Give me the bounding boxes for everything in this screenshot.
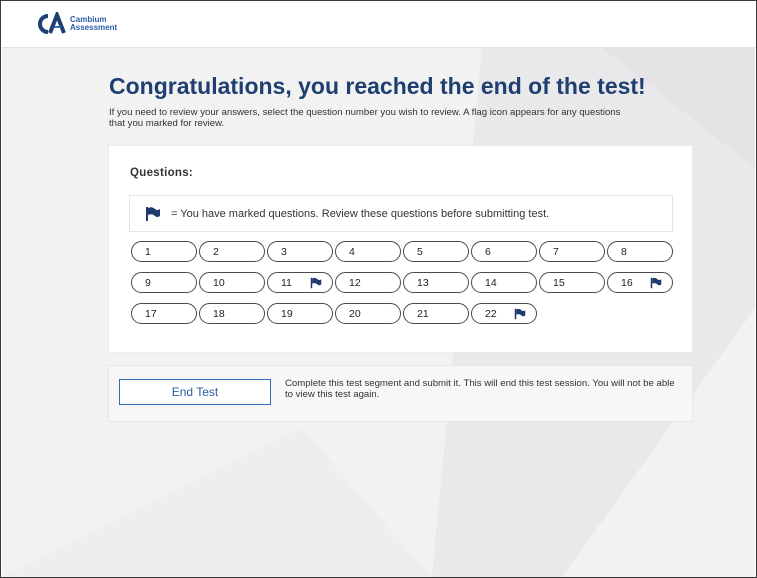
questions-heading: Questions: — [130, 167, 194, 179]
logo-text: Cambium Assessment — [70, 16, 117, 32]
question-button-4[interactable]: 4 — [335, 241, 401, 262]
question-button-14[interactable]: 14 — [471, 272, 537, 293]
question-number: 6 — [485, 245, 491, 258]
question-number: 18 — [213, 307, 225, 320]
question-button-9[interactable]: 9 — [131, 272, 197, 293]
question-button-3[interactable]: 3 — [267, 241, 333, 262]
end-test-description: Complete this test segment and submit it… — [285, 378, 675, 400]
question-button-18[interactable]: 18 — [199, 303, 265, 324]
questions-panel: Questions: = You have marked questions. … — [108, 145, 693, 353]
question-button-19[interactable]: 19 — [267, 303, 333, 324]
question-button-21[interactable]: 21 — [403, 303, 469, 324]
question-number: 19 — [281, 307, 293, 320]
question-button-20[interactable]: 20 — [335, 303, 401, 324]
flag-legend-text: = You have marked questions. Review thes… — [171, 207, 550, 220]
logo-name-line2: Assessment — [70, 23, 118, 32]
question-number: 10 — [213, 276, 225, 289]
question-button-12[interactable]: 12 — [335, 272, 401, 293]
question-number: 12 — [349, 276, 361, 289]
flag-icon — [310, 277, 322, 289]
question-button-13[interactable]: 13 — [403, 272, 469, 293]
page-title: Congratulations, you reached the end of … — [109, 73, 646, 99]
question-button-17[interactable]: 17 — [131, 303, 197, 324]
question-button-15[interactable]: 15 — [539, 272, 605, 293]
question-number: 11 — [281, 276, 292, 289]
question-number: 13 — [417, 276, 429, 289]
question-number: 4 — [349, 245, 355, 258]
question-number: 8 — [621, 245, 627, 258]
question-button-7[interactable]: 7 — [539, 241, 605, 262]
question-button-10[interactable]: 10 — [199, 272, 265, 293]
question-button-5[interactable]: 5 — [403, 241, 469, 262]
cambium-logo: Cambium Assessment — [34, 12, 117, 36]
ca-logo-mark-icon — [38, 12, 66, 34]
header-bar: Cambium Assessment — [2, 2, 755, 48]
flag-icon — [145, 206, 161, 222]
main-content: Congratulations, you reached the end of … — [1, 1, 756, 577]
page-instructions: If you need to review your answers, sele… — [109, 107, 621, 129]
question-button-2[interactable]: 2 — [199, 241, 265, 262]
end-test-button[interactable]: End Test — [119, 379, 271, 405]
question-button-22[interactable]: 22 — [471, 303, 537, 324]
question-number: 1 — [145, 245, 151, 258]
flag-icon — [514, 308, 526, 320]
question-number: 5 — [417, 245, 423, 258]
app-window: Cambium Assessment Congratulations, you … — [0, 0, 757, 578]
flag-legend: = You have marked questions. Review thes… — [129, 195, 673, 232]
question-button-8[interactable]: 8 — [607, 241, 673, 262]
question-button-11[interactable]: 11 — [267, 272, 333, 293]
end-test-panel: End Test Complete this test segment and … — [108, 365, 693, 422]
question-number: 14 — [485, 276, 497, 289]
question-button-6[interactable]: 6 — [471, 241, 537, 262]
flag-icon — [650, 277, 662, 289]
question-number: 21 — [417, 307, 429, 320]
question-number: 20 — [349, 307, 361, 320]
question-number: 7 — [553, 245, 559, 258]
question-button-1[interactable]: 1 — [131, 241, 197, 262]
question-number: 3 — [281, 245, 287, 258]
question-number: 15 — [553, 276, 565, 289]
question-grid: 1 2 3 4 5 6 7 8 9 10 11 12 13 14 15 16 17 18 19 20 21 22 — [131, 241, 681, 324]
question-number: 16 — [621, 276, 633, 289]
question-number: 9 — [145, 276, 151, 289]
question-number: 2 — [213, 245, 219, 258]
question-number: 22 — [485, 307, 497, 320]
question-button-16[interactable]: 16 — [607, 272, 673, 293]
question-number: 17 — [145, 307, 157, 320]
